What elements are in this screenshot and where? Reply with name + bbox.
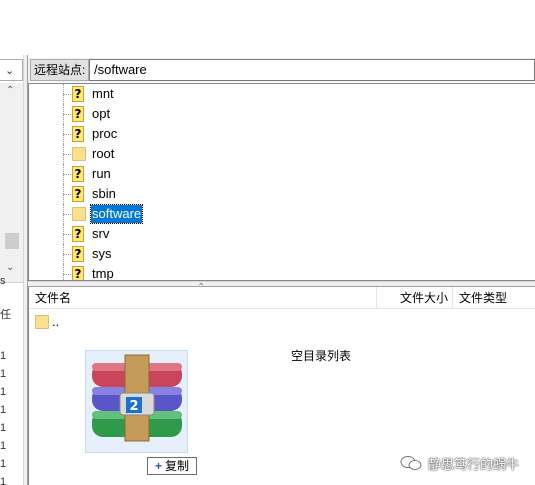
tree-item-label[interactable]: proc <box>91 125 118 143</box>
local-list-number: 1 <box>0 368 7 380</box>
tree-item-root[interactable]: root <box>29 144 329 164</box>
tree-item-label[interactable]: run <box>91 165 112 183</box>
tree-item-software[interactable]: software <box>29 204 329 224</box>
empty-directory-message: 空目录列表 <box>291 349 352 363</box>
chevron-down-icon[interactable]: ⌄ <box>5 64 14 77</box>
local-tree-scrollbar[interactable]: ⌃ ⌄ s <box>0 83 23 287</box>
tree-item-sbin[interactable]: ? sbin <box>29 184 329 204</box>
tree-item-run[interactable]: ? run <box>29 164 329 184</box>
question-icon: ? <box>72 166 84 182</box>
tree-item-proc[interactable]: ? proc <box>29 124 329 144</box>
wechat-icon <box>400 456 422 470</box>
question-icon: ? <box>72 86 84 102</box>
local-pane: ⌄ ⌃ ⌄ s 任 1 1 1 1 1 1 1 1 <box>0 55 23 485</box>
scroll-thumb[interactable] <box>5 233 19 249</box>
plus-icon: + <box>154 459 162 473</box>
local-list-number: 1 <box>0 440 7 452</box>
tree-item-tmp[interactable]: ? tmp <box>29 264 329 280</box>
question-icon: ? <box>72 106 84 122</box>
remote-site-label: 远程站点: <box>30 59 90 81</box>
folder-icon <box>72 207 86 221</box>
tree-item-label[interactable]: software <box>89 204 144 224</box>
tree-item-mnt[interactable]: ? mnt <box>29 84 329 104</box>
tree-item-label[interactable]: root <box>91 145 115 163</box>
local-list-header-fragment: 任 <box>0 309 11 321</box>
tree-item-label[interactable]: srv <box>91 225 110 243</box>
winrar-archive-icon: 2 <box>92 354 182 442</box>
drag-ghost: 2 <box>85 350 188 453</box>
local-list-number: 1 <box>0 350 7 362</box>
column-header-filesize[interactable]: 文件大小 <box>376 287 452 309</box>
tree-item-opt[interactable]: ? opt <box>29 104 329 124</box>
copy-tooltip: + 复制 <box>147 457 197 475</box>
local-list-number: 1 <box>0 476 7 485</box>
tree-item-label[interactable]: opt <box>91 105 111 123</box>
folder-icon <box>72 147 86 161</box>
tree-item-label[interactable]: sbin <box>91 185 117 203</box>
local-list-number: 1 <box>0 422 7 434</box>
watermark: 静思笃行的蜗牛 <box>400 452 519 474</box>
tree-item-label[interactable]: sys <box>91 245 113 263</box>
folder-icon <box>35 315 49 329</box>
remote-directory-tree[interactable]: ? mnt ? opt ? proc root ? run ? sbin sof… <box>28 83 535 281</box>
tree-item-label[interactable]: mnt <box>91 85 115 103</box>
column-header-filename[interactable]: 文件名 <box>29 287 376 309</box>
remote-site-bar: 远程站点: /software <box>28 58 535 82</box>
column-header-filetype[interactable]: 文件类型 <box>452 287 535 309</box>
local-tree-text-fragment: s <box>0 275 6 287</box>
local-list-number: 1 <box>0 458 7 470</box>
scroll-down-icon[interactable]: ⌄ <box>6 262 14 273</box>
local-file-list[interactable]: 任 1 1 1 1 1 1 1 1 <box>0 300 23 485</box>
scroll-up-icon[interactable]: ⌃ <box>6 85 14 96</box>
question-icon: ? <box>72 126 84 142</box>
tree-item-sys[interactable]: ? sys <box>29 244 329 264</box>
local-site-dropdown[interactable]: ⌄ <box>0 59 23 81</box>
list-header: ⌃ 文件名 文件大小 文件类型 <box>29 282 535 309</box>
question-icon: ? <box>72 246 84 262</box>
remote-path-input[interactable]: /software <box>89 59 535 81</box>
tree-item-label[interactable]: tmp <box>91 265 115 280</box>
parent-directory-label[interactable]: .. <box>52 313 59 331</box>
tree-item-srv[interactable]: ? srv <box>29 224 329 244</box>
copy-tooltip-label: 复制 <box>165 459 190 473</box>
question-icon: ? <box>72 186 84 202</box>
local-list-number: 1 <box>0 386 7 398</box>
watermark-text: 静思笃行的蜗牛 <box>428 456 520 472</box>
question-icon: ? <box>72 266 84 280</box>
drag-count-badge: 2 <box>129 399 138 414</box>
local-list-number: 1 <box>0 404 7 416</box>
question-icon: ? <box>72 226 84 242</box>
